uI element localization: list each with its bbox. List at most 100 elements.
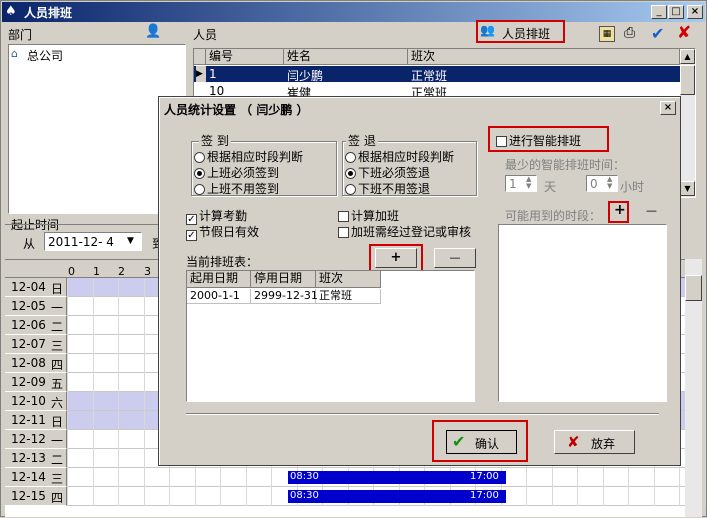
schedule-header-shift[interactable]: 班次 [316, 271, 381, 288]
dept-user-icon[interactable]: 👤 [145, 24, 163, 42]
schedule-end-cell[interactable]: 2999-12-31 [251, 289, 318, 304]
grid-line [704, 278, 706, 297]
confirm-check-icon[interactable]: ✔ [651, 24, 664, 43]
hours-unit: 小时 [620, 180, 645, 194]
grid-line [143, 487, 145, 506]
grid-line [92, 373, 94, 392]
periods-list[interactable] [498, 224, 667, 402]
radio-icon [345, 184, 356, 195]
cancel-x-icon[interactable]: ✘ [677, 23, 691, 43]
scroll-up-arrow-icon[interactable]: ▲ [680, 49, 695, 64]
grid-line [118, 392, 119, 411]
schedule-header-start[interactable]: 起用日期 [187, 271, 251, 288]
chevron-down-icon[interactable]: ▼ [127, 236, 134, 246]
weekday-label: 日 [51, 282, 64, 296]
overtime-audit-label: 加班需经过登记或审核 [351, 225, 472, 239]
signin-option-1[interactable]: 上班必须签到 [194, 164, 279, 181]
overtime-checkbox[interactable]: 计算加班 [338, 207, 399, 224]
scroll-thumb[interactable] [680, 65, 695, 95]
grid-line [602, 468, 604, 487]
weekday-label: 一 [51, 301, 64, 315]
hours-spinner[interactable]: 0 ▲ ▼ [586, 175, 618, 192]
grid-line [628, 468, 629, 487]
grid-line [92, 316, 94, 335]
checkbox-icon [338, 211, 349, 222]
person-header-id[interactable]: 编号 [206, 49, 284, 65]
grid-line [118, 335, 119, 354]
signout-option-0[interactable]: 根据相应时段判断 [345, 148, 454, 165]
spinner-arrows-icon[interactable]: ▲ ▼ [526, 176, 531, 190]
dept-label: 部门 [8, 28, 33, 42]
grid-line [143, 392, 145, 411]
periods-label: 可能用到的时段： [505, 209, 602, 223]
print-icon[interactable]: ⎙ [624, 25, 635, 41]
signin-group-title: 签 到 [199, 132, 231, 149]
schedule-start-cell[interactable]: 2000-1-1 [187, 289, 251, 304]
grid-line [67, 392, 68, 411]
holiday-checkbox[interactable]: ✓ 节假日有效 [186, 223, 259, 241]
signin-option-0[interactable]: 根据相应时段判断 [194, 148, 303, 165]
weekday-label: 五 [51, 377, 64, 391]
weekday-label: 三 [51, 472, 64, 486]
shift-bar[interactable]: 08:30 17:00 [288, 471, 506, 484]
schedule-header-end[interactable]: 停用日期 [251, 271, 316, 288]
maximize-button[interactable]: □ [668, 5, 684, 19]
grid-line [118, 468, 119, 487]
settings-dialog: 人员统计设置 （ 闫少鹏 ） × 签 到 根据相应时段判断 上班必须签到 上班不… [158, 96, 681, 466]
ok-button[interactable]: ✔ 确认 [446, 430, 517, 454]
grid-line [118, 297, 119, 316]
dialog-title: 人员统计设置 （ 闫少鹏 ） [164, 103, 309, 117]
grid-line [194, 487, 196, 506]
grid-line [220, 487, 221, 506]
remove-period-icon[interactable]: — [646, 204, 657, 217]
overtime-audit-checkbox[interactable]: 加班需经过登记或审核 [338, 223, 471, 240]
add-schedule-button[interactable]: + [375, 248, 417, 268]
holiday-label: 节假日有效 [199, 225, 260, 239]
remove-schedule-button[interactable]: — [434, 248, 476, 268]
person-table-scrollbar[interactable]: ▲ ▼ [680, 49, 695, 197]
main-scrollbar[interactable] [685, 259, 702, 517]
plus-icon: + [390, 250, 402, 265]
grid-line [118, 278, 119, 297]
weekday-label: 四 [51, 358, 64, 372]
grid-line [551, 487, 553, 506]
grid-line [628, 487, 629, 506]
person-label: 人员 [193, 28, 218, 42]
grid-line [271, 487, 272, 506]
table-settings-icon[interactable]: ▦ [599, 26, 615, 42]
grid-line [143, 449, 145, 468]
signin-option-2[interactable]: 上班不用签到 [194, 180, 279, 197]
main-scroll-thumb[interactable] [685, 275, 702, 301]
signout-option-2[interactable]: 下班不用签退 [345, 180, 430, 197]
cancel-label: 放弃 [591, 437, 616, 451]
tree-root-item[interactable]: 总公司 [27, 47, 63, 64]
table-row[interactable]: ▶ 1 闫少鹏 正常班 [194, 66, 680, 83]
scroll-down-arrow-icon[interactable]: ▼ [680, 181, 695, 196]
add-period-icon[interactable]: + [614, 202, 626, 218]
minimize-button[interactable]: _ [651, 5, 667, 19]
days-spinner[interactable]: 1 ▲ ▼ [505, 175, 537, 192]
smart-schedule-checkbox[interactable]: 进行智能排班 [496, 132, 581, 149]
weekday-label: 二 [51, 320, 64, 334]
from-date-picker[interactable]: 2011-12- 4 ▼ [44, 232, 142, 251]
grid-line [169, 468, 170, 487]
shift-end: 17:00 [470, 471, 499, 482]
grid-line [118, 316, 119, 335]
cancel-button[interactable]: ✘ 放弃 [554, 430, 635, 454]
shift-bar[interactable]: 08:30 17:00 [288, 490, 506, 503]
schedule-button-highlight[interactable]: 👥 人员排班 [476, 20, 565, 43]
shift-start: 08:30 [290, 490, 319, 501]
person-header-shift[interactable]: 班次 [408, 49, 680, 65]
schedule-shift-cell[interactable]: 正常班 [316, 289, 381, 304]
grid-line [92, 335, 94, 354]
signout-option-label: 下班不用签退 [358, 182, 431, 196]
schedule-table[interactable]: 起用日期 停用日期 班次 2000-1-1 2999-12-31 正常班 [186, 270, 475, 402]
grid-line [67, 354, 68, 373]
person-header-name[interactable]: 姓名 [284, 49, 408, 65]
spinner-arrows-icon[interactable]: ▲ ▼ [607, 176, 612, 190]
signout-option-1[interactable]: 下班必须签退 [345, 164, 430, 181]
close-window-button[interactable]: × [687, 5, 703, 19]
grid-line [577, 487, 578, 506]
grid-line [92, 487, 94, 506]
dialog-close-button[interactable]: × [660, 101, 676, 115]
